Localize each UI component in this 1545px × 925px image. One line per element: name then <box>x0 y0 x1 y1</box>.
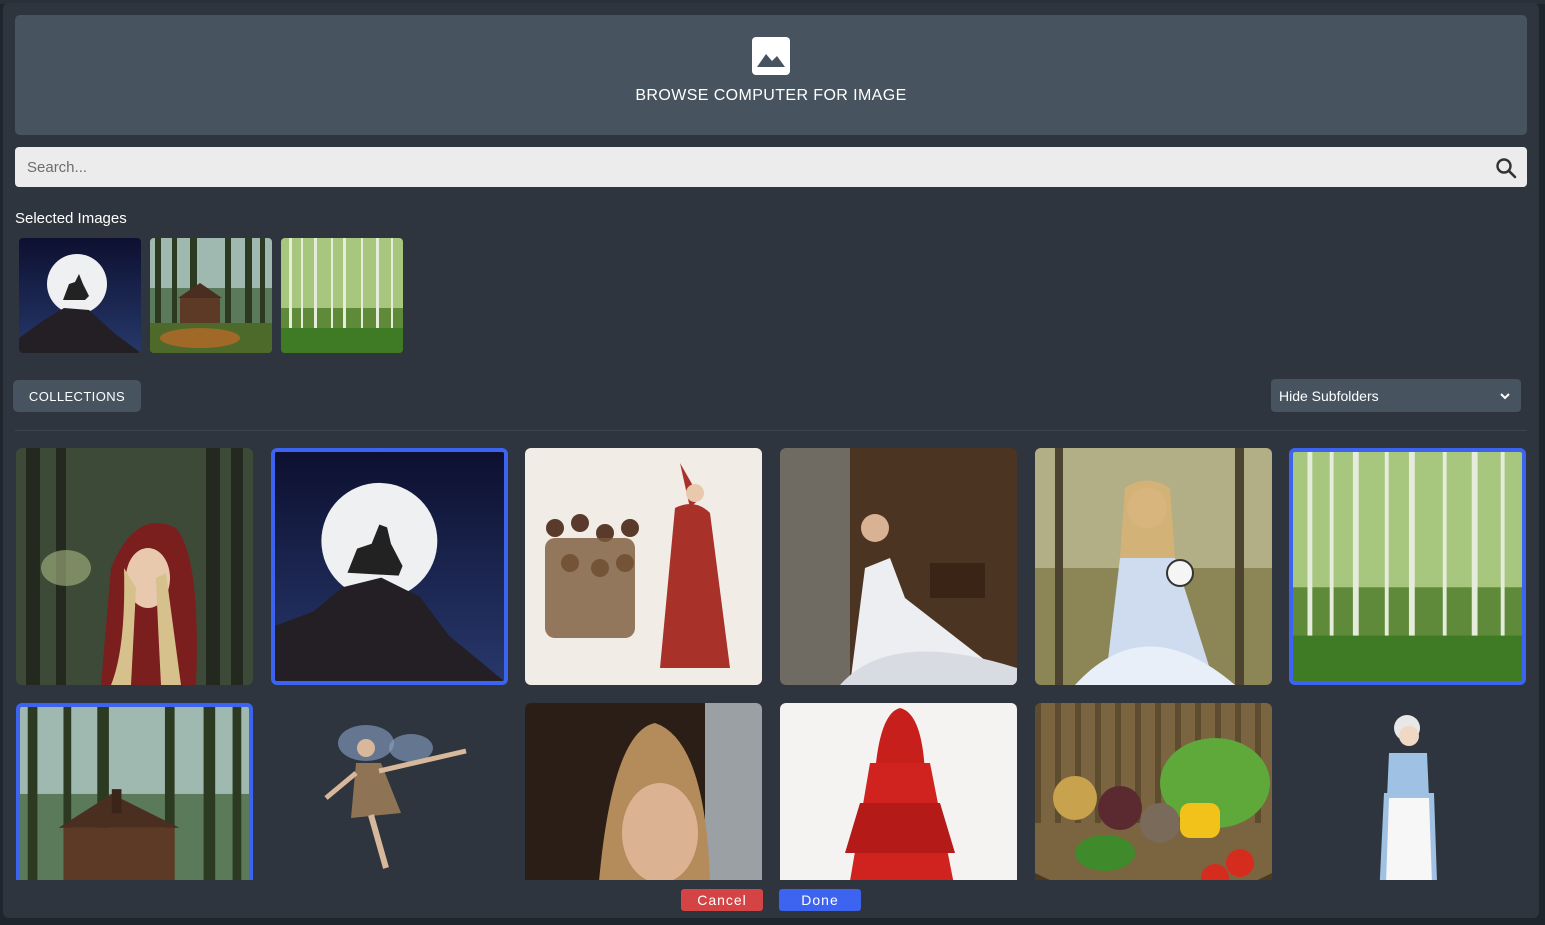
selected-thumb-forest-cabin[interactable] <box>150 238 272 353</box>
grid-item-grandmother[interactable] <box>1289 703 1526 880</box>
forest-cabin-image <box>20 707 249 880</box>
search-icon[interactable] <box>1495 157 1517 179</box>
browse-computer-label: BROWSE COMPUTER FOR IMAGE <box>635 87 907 104</box>
collections-button[interactable]: COLLECTIONS <box>13 380 141 412</box>
selected-thumb-birch-forest[interactable] <box>281 238 403 353</box>
girl-portrait-image <box>525 703 762 880</box>
done-button[interactable]: Done <box>779 889 861 911</box>
chevron-down-icon <box>1500 393 1510 400</box>
grid-item-red-hood-girl[interactable] <box>16 448 253 685</box>
cancel-button[interactable]: Cancel <box>681 889 763 911</box>
grid-item-vegetable-basket[interactable] <box>1035 703 1272 880</box>
red-cloak-image <box>780 703 1017 880</box>
grid-item-wolf-moon[interactable] <box>271 448 508 685</box>
grandmother-image <box>1289 703 1526 880</box>
red-hood-girl-image <box>16 448 253 685</box>
subfolder-select[interactable]: Hide Subfolders <box>1271 379 1521 412</box>
subfolder-select-value: Hide Subfolders <box>1279 388 1379 404</box>
grid-item-birch-forest[interactable] <box>1289 448 1526 685</box>
image-icon <box>752 37 790 75</box>
grid-item-pied-piper[interactable] <box>525 448 762 685</box>
divider <box>15 430 1527 431</box>
grid-item-red-cloak[interactable] <box>780 703 1017 880</box>
woman-white-dress-image <box>780 448 1017 685</box>
selected-images-heading: Selected Images <box>15 210 127 227</box>
wolf-moon-image <box>19 238 141 353</box>
vegetable-basket-image <box>1035 703 1272 880</box>
birch-forest-image <box>1293 452 1522 681</box>
grid-item-girl-portrait[interactable] <box>525 703 762 880</box>
birch-forest-image <box>281 238 403 353</box>
image-grid <box>3 443 1539 880</box>
girl-with-clock-image <box>1035 448 1272 685</box>
selected-thumb-wolf-moon[interactable] <box>19 238 141 353</box>
fairy-image <box>271 703 508 880</box>
grid-item-forest-cabin[interactable] <box>16 703 253 880</box>
search-input[interactable] <box>15 147 1499 187</box>
wolf-moon-image <box>275 452 504 681</box>
image-picker-modal: BROWSE COMPUTER FOR IMAGE Selected Image… <box>3 3 1539 918</box>
pied-piper-image <box>525 448 762 685</box>
grid-item-woman-white-dress[interactable] <box>780 448 1017 685</box>
grid-item-fairy[interactable] <box>271 703 508 880</box>
search-bar <box>15 147 1527 187</box>
browse-computer-button[interactable]: BROWSE COMPUTER FOR IMAGE <box>15 15 1527 135</box>
grid-item-girl-with-clock[interactable] <box>1035 448 1272 685</box>
forest-cabin-image <box>150 238 272 353</box>
